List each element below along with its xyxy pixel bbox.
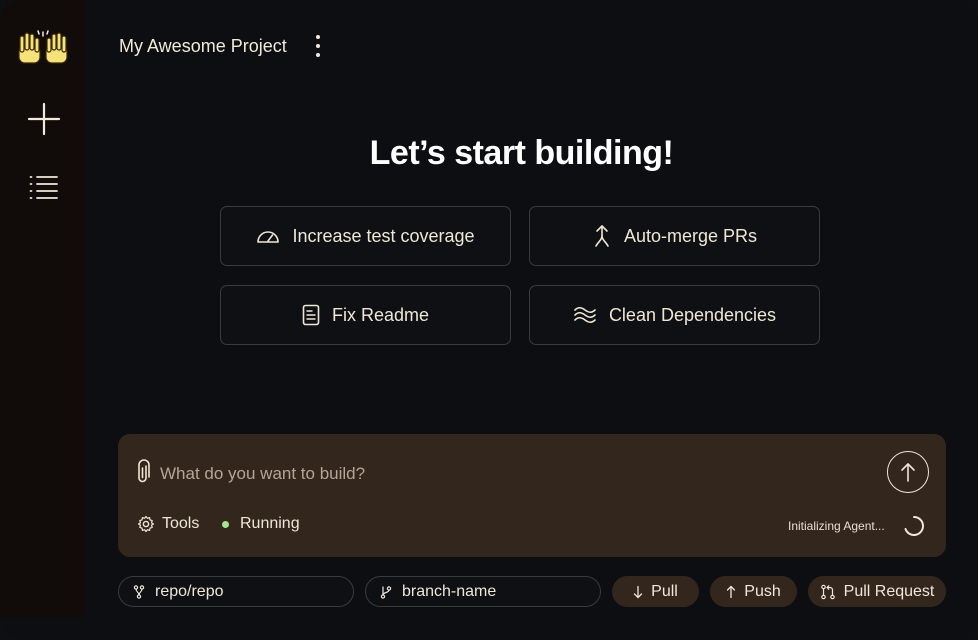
- status-label: Running: [240, 515, 300, 532]
- loading-spinner-icon: [903, 515, 925, 542]
- branch-name: branch-name: [402, 582, 497, 600]
- plus-icon: [27, 102, 61, 136]
- list-icon: [29, 176, 58, 199]
- arrow-up-icon: [727, 585, 736, 598]
- suggestion-fix-readme[interactable]: Fix Readme: [220, 285, 511, 345]
- gear-icon: [137, 515, 155, 533]
- kebab-dot: [316, 44, 320, 48]
- projects-list-button[interactable]: [22, 165, 66, 209]
- status-dot: [222, 520, 229, 528]
- app-window: My Awesome Project Let’s start building!…: [0, 0, 978, 640]
- suggestion-label: Fix Readme: [331, 304, 430, 325]
- raised-hands-icon[interactable]: [16, 30, 70, 70]
- kebab-dot: [316, 53, 320, 57]
- repo-name: repo/repo: [155, 582, 224, 600]
- arrow-down-icon: [634, 585, 643, 598]
- page-heading: Let’s start building!: [369, 134, 674, 172]
- arrow-up-icon: [901, 463, 915, 482]
- pull-button[interactable]: Pull: [612, 576, 699, 607]
- waves-icon: [574, 306, 596, 324]
- branch-selector[interactable]: branch-name: [365, 576, 601, 607]
- gauge-icon: [257, 231, 280, 243]
- running-status: Running: [222, 515, 300, 533]
- paperclip-icon: [138, 459, 150, 483]
- kebab-dot: [316, 35, 320, 39]
- send-button[interactable]: [887, 451, 929, 493]
- project-title[interactable]: My Awesome Project: [119, 36, 287, 57]
- tools-button[interactable]: Tools: [137, 515, 199, 533]
- suggestion-label: Increase test coverage: [292, 225, 475, 246]
- suggestion-auto-merge-prs[interactable]: Auto-merge PRs: [529, 206, 820, 266]
- agent-status-text: Initializing Agent...: [788, 519, 885, 533]
- project-menu-button[interactable]: [306, 30, 330, 62]
- repo-selector[interactable]: repo/repo: [118, 576, 354, 607]
- sidebar: [0, 0, 86, 618]
- suggestion-label: Auto-merge PRs: [623, 225, 758, 246]
- repo-fork-icon: [133, 584, 145, 599]
- pull-request-icon: [820, 584, 835, 599]
- pull-label: Pull: [651, 582, 678, 600]
- branch-icon: [380, 585, 392, 599]
- suggestion-clean-dependencies[interactable]: Clean Dependencies: [529, 285, 820, 345]
- prompt-composer: [118, 434, 946, 557]
- attach-button[interactable]: [135, 459, 151, 490]
- pull-request-button[interactable]: Pull Request: [808, 576, 946, 607]
- merge-arrow-icon: [595, 225, 609, 247]
- document-icon: [302, 304, 320, 326]
- tools-label: Tools: [162, 515, 200, 532]
- push-label: Push: [744, 582, 781, 600]
- push-button[interactable]: Push: [710, 576, 797, 607]
- pull-request-label: Pull Request: [843, 582, 935, 600]
- prompt-input[interactable]: [160, 463, 860, 485]
- suggestion-label: Clean Dependencies: [608, 304, 777, 325]
- suggestion-increase-test-coverage[interactable]: Increase test coverage: [220, 206, 511, 266]
- new-project-button[interactable]: [22, 97, 66, 141]
